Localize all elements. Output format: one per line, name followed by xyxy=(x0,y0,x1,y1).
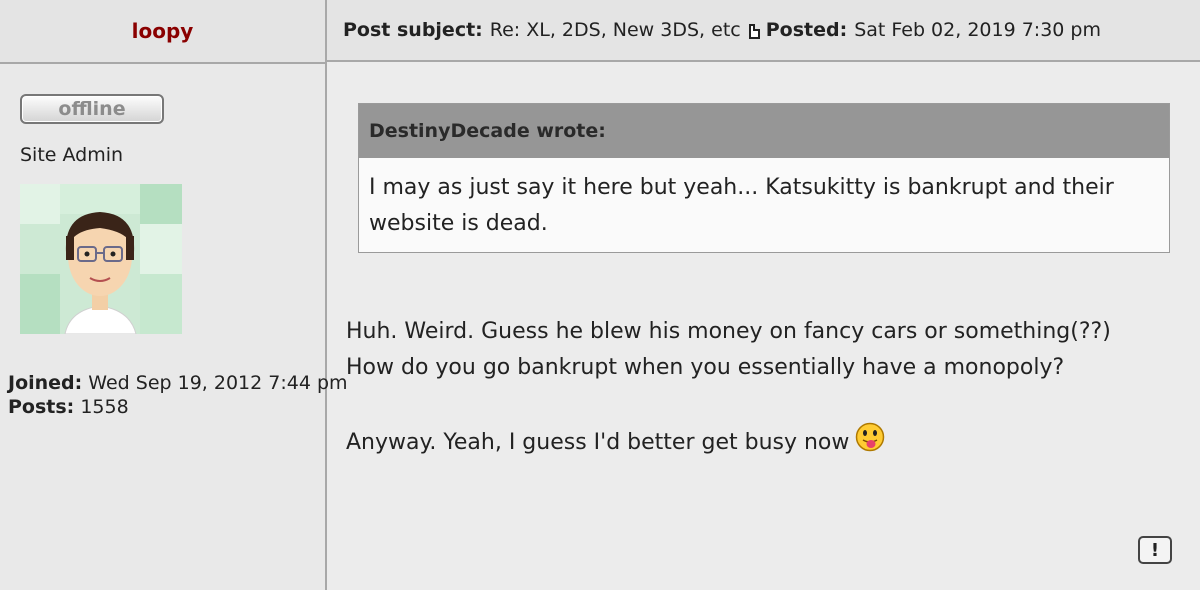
tongue-smiley-icon xyxy=(855,422,885,452)
report-icon[interactable]: ! xyxy=(1138,536,1172,564)
joined-date: Wed Sep 19, 2012 7:44 pm xyxy=(88,372,348,394)
posted-label: Posted: xyxy=(765,19,848,41)
forum-post: loopy Post subject: Re: XL, 2DS, New 3DS… xyxy=(0,0,1200,590)
post-body: Huh. Weird. Guess he blew his money on f… xyxy=(346,314,1186,461)
post-subject: Re: XL, 2DS, New 3DS, etc xyxy=(489,19,741,41)
author-header: loopy xyxy=(0,0,325,64)
post-header: Post subject: Re: XL, 2DS, New 3DS, etc … xyxy=(327,0,1200,62)
user-rank: Site Admin xyxy=(20,144,124,166)
subject-label: Post subject: xyxy=(343,19,483,41)
quote-author: DestinyDecade wrote: xyxy=(359,104,1169,158)
user-stats: Joined: Wed Sep 19, 2012 7:44 pm Posts: … xyxy=(8,371,368,419)
post-date: Sat Feb 02, 2019 7:30 pm xyxy=(854,19,1101,41)
posts-label: Posts: xyxy=(8,396,75,418)
message-line-with-smiley: Anyway. Yeah, I guess I'd better get bus… xyxy=(346,422,1186,461)
joined-label: Joined: xyxy=(8,372,83,394)
author-username[interactable]: loopy xyxy=(132,19,194,43)
posts-row: Posts: 1558 xyxy=(8,395,368,419)
quote-text: I may as just say it here but yeah... Ka… xyxy=(369,175,1114,236)
message-line: How do you go bankrupt when you essentia… xyxy=(346,355,1065,380)
quote-block: DestinyDecade wrote: I may as just say i… xyxy=(358,103,1170,253)
page-icon[interactable] xyxy=(748,23,760,39)
message-line: Huh. Weird. Guess he blew his money on f… xyxy=(346,319,1111,344)
avatar xyxy=(20,184,182,334)
post-column xyxy=(327,0,1200,590)
offline-status-badge: offline xyxy=(20,94,164,124)
joined-row: Joined: Wed Sep 19, 2012 7:44 pm xyxy=(8,371,368,395)
posts-count: 1558 xyxy=(80,396,129,418)
message-text: Anyway. Yeah, I guess I'd better get bus… xyxy=(346,430,850,455)
